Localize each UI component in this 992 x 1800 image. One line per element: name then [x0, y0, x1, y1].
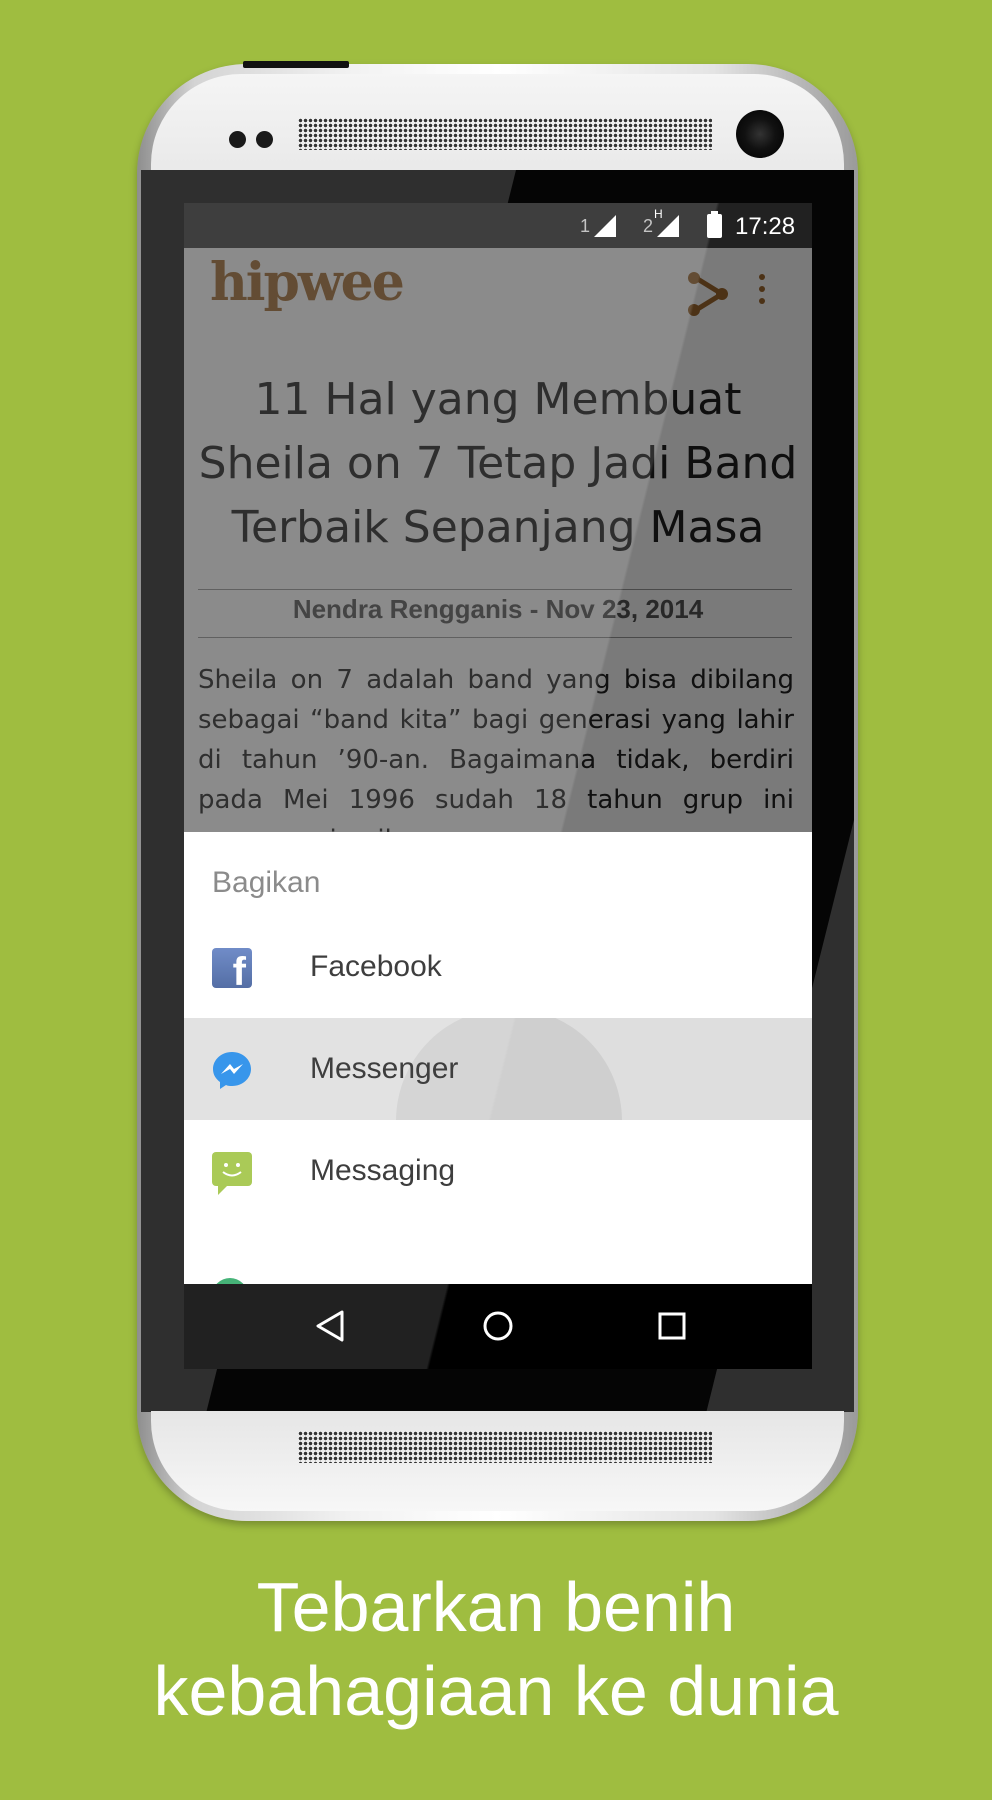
signal-icon: [594, 215, 616, 237]
phone-screen: 1 2 H 17:28 hipwee 11 Hal yang Membuat S…: [184, 203, 812, 1369]
share-sheet-title: Bagikan: [212, 866, 321, 899]
navigation-bar: [184, 1284, 812, 1369]
caption-line-1: Tebarkan benih: [256, 1568, 736, 1646]
recents-icon[interactable]: [650, 1304, 694, 1348]
top-speaker-grille: [298, 118, 712, 150]
phone-top-edge: [243, 61, 349, 68]
share-icon[interactable]: [684, 270, 732, 318]
divider: [198, 637, 792, 638]
app-bar: hipwee: [184, 248, 812, 330]
messaging-icon: [212, 1152, 252, 1195]
share-item-messenger[interactable]: Messenger: [184, 1018, 812, 1120]
share-item-label: Facebook: [310, 950, 442, 983]
sim1-label: 1: [580, 216, 591, 236]
front-camera: [736, 110, 784, 158]
share-item-facebook[interactable]: f Facebook: [184, 916, 812, 1018]
more-vert-icon[interactable]: [752, 274, 772, 314]
sensor-dot: [229, 131, 246, 148]
article-body: Sheila on 7 adalah band yang bisa dibila…: [198, 665, 794, 832]
share-sheet: Bagikan f Facebook Messenger Messaging: [184, 832, 812, 1284]
article-page: hipwee 11 Hal yang Membuat Sheila on 7 T…: [184, 248, 812, 832]
status-bar: 1 2 H 17:28: [184, 203, 812, 248]
sensor-dot: [256, 131, 273, 148]
clock: 17:28: [735, 213, 796, 240]
hipwee-logo[interactable]: hipwee: [210, 252, 405, 313]
back-icon[interactable]: [308, 1304, 352, 1348]
bottom-speaker-grille: [298, 1431, 712, 1463]
signal-icon: [657, 215, 679, 237]
messenger-icon: [213, 1052, 251, 1089]
share-item-label: Messaging: [310, 1154, 456, 1187]
promo-caption: Tebarkan benih kebahagiaan ke dunia: [0, 1565, 992, 1733]
battery-icon: [707, 211, 722, 238]
share-item-messaging[interactable]: Messaging: [184, 1120, 812, 1222]
share-item-label: Messenger: [310, 1052, 459, 1085]
sim2-label: 2: [643, 216, 654, 236]
article-title: 11 Hal yang Membuat Sheila on 7 Tetap Ja…: [198, 374, 798, 553]
caption-line-2: kebahagiaan ke dunia: [153, 1652, 839, 1730]
divider: [198, 589, 792, 590]
home-icon[interactable]: [476, 1304, 520, 1348]
article-byline: Nendra Rengganis - Nov 23, 2014: [292, 594, 704, 624]
facebook-icon: f: [212, 948, 252, 988]
